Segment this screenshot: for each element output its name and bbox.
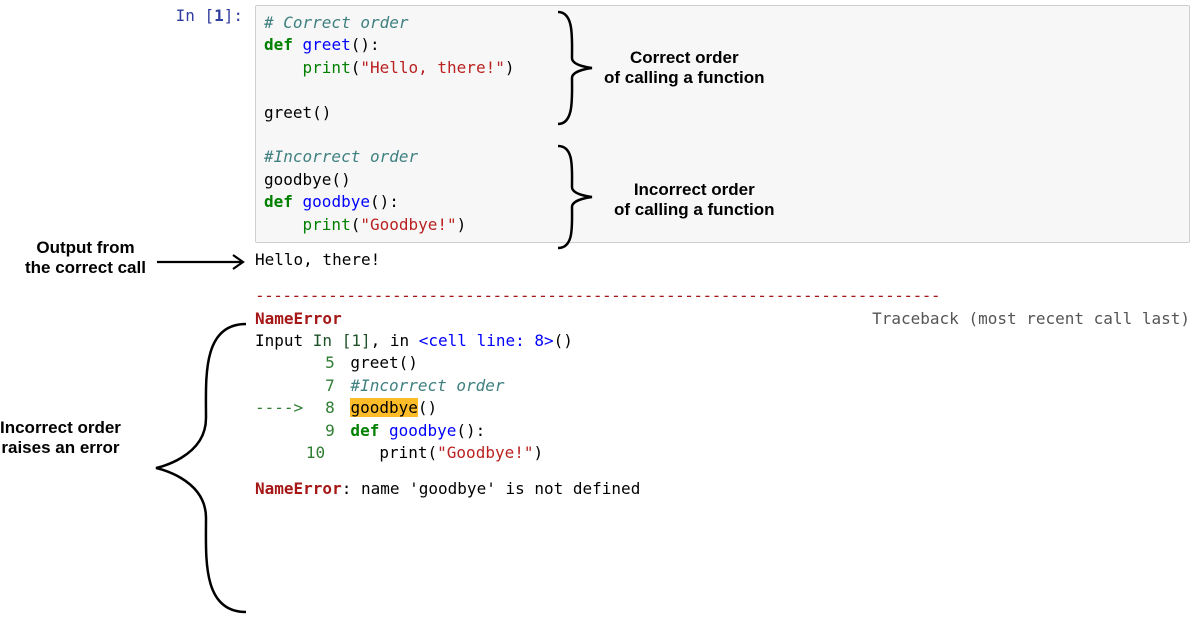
- traceback-line-10: 10 print("Goodbye!"): [255, 442, 1190, 464]
- code-line-1-comment: # Correct order: [264, 13, 409, 32]
- code-line-3-print: print: [303, 58, 351, 77]
- traceback-line-7: 7 #Incorrect order: [255, 375, 1190, 397]
- traceback-line-5: 5 greet(): [255, 352, 1190, 374]
- annotation-output-from: Output from the correct call: [25, 238, 146, 277]
- code-line-10-print: print: [303, 215, 351, 234]
- annotation-incorrect-order: Incorrect order of calling a function: [614, 180, 775, 219]
- code-line-9-funcname: goodbye: [293, 192, 370, 211]
- error-final: NameError: name 'goodbye' is not defined: [255, 478, 1190, 500]
- code-line-9-rest: ():: [370, 192, 399, 211]
- output-block: Hello, there! --------------------------…: [255, 249, 1190, 501]
- brace-incorrect-icon: [552, 142, 596, 252]
- annotation-error-raised: Incorrect order raises an error: [0, 418, 121, 457]
- code-line-10-str: "Goodbye!": [360, 215, 456, 234]
- arrow-output-icon: [155, 252, 251, 272]
- output-hello: Hello, there!: [255, 249, 1190, 271]
- code-line-2-def: def: [264, 35, 293, 54]
- traceback-input-line: Input In [1], in <cell line: 8>(): [255, 330, 1190, 352]
- code-line-10-popen: (: [351, 215, 361, 234]
- traceback-line-8: ----> 8 goodbye(): [255, 397, 1190, 419]
- output-row: Hello, there! --------------------------…: [170, 249, 1190, 501]
- brace-correct-icon: [552, 8, 596, 128]
- code-line-3-str: "Hello, there!": [360, 58, 505, 77]
- traceback-label: Traceback (most recent call last): [872, 308, 1190, 330]
- input-prompt: In [1]:: [170, 5, 255, 27]
- error-final-msg: : name 'goodbye' is not defined: [342, 479, 641, 498]
- code-line-9-def: def: [264, 192, 293, 211]
- traceback-line-9: 9 def goodbye():: [255, 420, 1190, 442]
- error-header: NameError Traceback (most recent call las…: [255, 308, 1190, 330]
- annotation-correct-order: Correct order of calling a function: [604, 48, 765, 87]
- code-line-8-call: goodbye(): [264, 170, 351, 189]
- code-line-3-pclose: ): [505, 58, 515, 77]
- code-line-7-comment: #Incorrect order: [264, 147, 418, 166]
- brace-error-icon: [152, 318, 252, 618]
- code-line-2-funcname: greet: [293, 35, 351, 54]
- code-line-2-rest: ():: [351, 35, 380, 54]
- error-separator: ----------------------------------------…: [255, 285, 1190, 307]
- code-line-5-call: greet(): [264, 103, 331, 122]
- code-line-10-pclose: ): [457, 215, 467, 234]
- error-name-final: NameError: [255, 479, 342, 498]
- error-name-header: NameError: [255, 309, 342, 328]
- code-line-3-popen: (: [351, 58, 361, 77]
